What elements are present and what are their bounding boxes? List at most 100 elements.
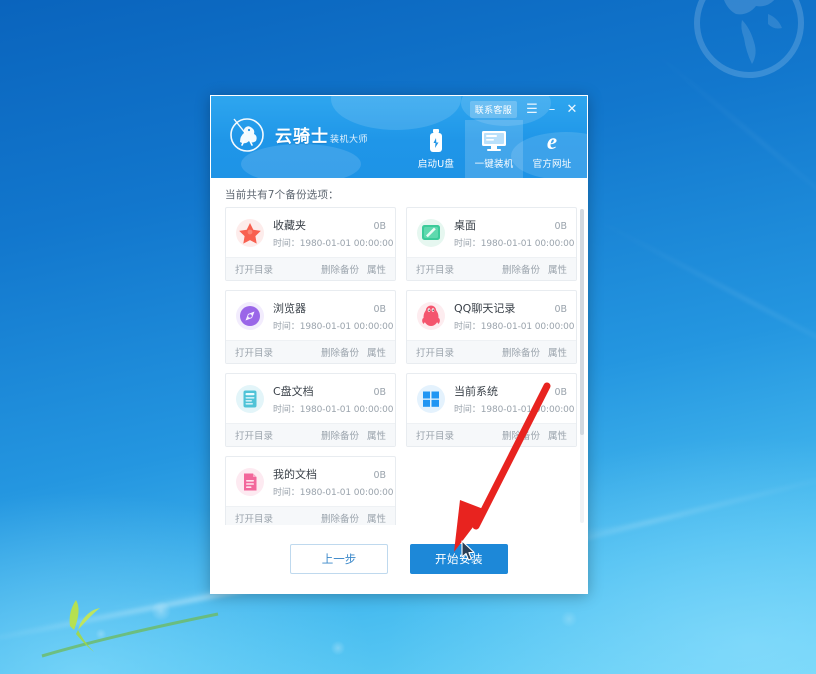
backup-card[interactable]: 桌面 0B 时间：1980-01-01 00:00:00 打开目录 删除备份 属性 [406, 207, 577, 281]
wallpaper-light-streak [581, 210, 816, 393]
backup-card-actions: 打开目录 删除备份 属性 [407, 423, 576, 446]
wallpaper-glow [560, 610, 578, 628]
brand-logo-group: 云骑士 装机大师 [225, 112, 368, 156]
properties-link[interactable]: 属性 [548, 262, 567, 276]
properties-link[interactable]: 属性 [367, 511, 386, 525]
delete-backup-link[interactable]: 删除备份 [321, 428, 359, 442]
properties-link[interactable]: 属性 [548, 428, 567, 442]
backup-cards-scroll-area[interactable]: 收藏夹 0B 时间：1980-01-01 00:00:00 打开目录 删除备份 属性 桌面 0… [211, 207, 587, 525]
backup-card[interactable]: C盘文档 0B 时间：1980-01-01 00:00:00 打开目录 删除备份 属性 [225, 373, 396, 447]
my-documents-icon [235, 467, 265, 497]
nav-label: 一键装机 [474, 158, 514, 170]
window-controls: 联系客服 ☰ – ✕ [469, 100, 581, 118]
start-install-button[interactable]: 开始安装 [410, 544, 508, 574]
brand-subtitle: 装机大师 [330, 134, 369, 145]
windows-logo-icon [416, 384, 446, 414]
open-directory-link[interactable]: 打开目录 [235, 262, 273, 276]
hamburger-menu-icon[interactable]: ☰ [523, 100, 541, 118]
nav-item-official-website[interactable]: e 官方网址 [523, 120, 581, 178]
delete-backup-link[interactable]: 删除备份 [502, 428, 540, 442]
backup-card-main: QQ聊天记录 0B 时间：1980-01-01 00:00:00 [407, 291, 576, 340]
usb-drive-icon [427, 128, 445, 153]
header-navigation: 启动U盘 一键装机 e 官方网址 [407, 120, 581, 178]
open-directory-link[interactable]: 打开目录 [416, 345, 454, 359]
open-directory-link[interactable]: 打开目录 [235, 428, 273, 442]
backup-card-title: 当前系统 [454, 385, 498, 398]
backup-card-size: 0B [554, 221, 567, 232]
properties-link[interactable]: 属性 [367, 428, 386, 442]
contact-support-button[interactable]: 联系客服 [469, 100, 517, 118]
scrollbar-thumb[interactable] [580, 209, 584, 436]
backup-card[interactable]: QQ聊天记录 0B 时间：1980-01-01 00:00:00 打开目录 删除备份 属性 [406, 290, 577, 364]
open-directory-link[interactable]: 打开目录 [235, 511, 273, 525]
monitor-icon [481, 129, 507, 153]
backup-card[interactable]: 收藏夹 0B 时间：1980-01-01 00:00:00 打开目录 删除备份 属性 [225, 207, 396, 281]
svg-text:e: e [547, 129, 557, 153]
backup-cards-grid: 收藏夹 0B 时间：1980-01-01 00:00:00 打开目录 删除备份 属性 桌面 0… [225, 207, 577, 525]
minimize-icon[interactable]: – [543, 100, 561, 118]
backup-card-actions: 打开目录 删除备份 属性 [407, 340, 576, 363]
window-titlebar: 联系客服 ☰ – ✕ 云骑士 装机大师 启动U盘 一键装机 e 官方网址 [211, 96, 587, 178]
delete-backup-link[interactable]: 删除备份 [502, 262, 540, 276]
backup-card-title: 我的文档 [273, 468, 317, 481]
backup-card-time: 时间：1980-01-01 00:00:00 [454, 405, 575, 415]
nav-item-usb-boot[interactable]: 启动U盘 [407, 120, 465, 178]
backup-card-actions-right: 删除备份 属性 [321, 262, 386, 276]
delete-backup-link[interactable]: 删除备份 [321, 511, 359, 525]
backup-card-info: C盘文档 0B 时间：1980-01-01 00:00:00 [273, 383, 393, 415]
properties-link[interactable]: 属性 [367, 345, 386, 359]
backup-card-title: 桌面 [454, 219, 476, 232]
previous-step-button[interactable]: 上一步 [290, 544, 388, 574]
open-directory-link[interactable]: 打开目录 [416, 428, 454, 442]
backup-card-time: 时间：1980-01-01 00:00:00 [273, 322, 394, 332]
backup-card-info: 收藏夹 0B 时间：1980-01-01 00:00:00 [273, 217, 394, 249]
brand-name: 云骑士 [275, 126, 329, 147]
backup-card[interactable]: 当前系统 0B 时间：1980-01-01 00:00:00 打开目录 删除备份 属性 [406, 373, 577, 447]
backup-card-main: 我的文档 0B 时间：1980-01-01 00:00:00 [226, 457, 395, 506]
wallpaper-glow [330, 640, 346, 656]
backup-card-main: 浏览器 0B 时间：1980-01-01 00:00:00 [226, 291, 395, 340]
internet-explorer-icon: e [540, 129, 564, 153]
backup-card-headline: 我的文档 0B [273, 466, 386, 482]
backup-card-title: 收藏夹 [273, 219, 306, 232]
nav-label: 启动U盘 [417, 158, 455, 170]
backup-card-size: 0B [373, 221, 386, 232]
backup-card-size: 0B [373, 304, 386, 315]
globe-watermark-icon [694, 0, 804, 78]
backup-count-text: 当前共有7个备份选项： [225, 189, 339, 201]
backup-card-time: 时间：1980-01-01 00:00:00 [273, 488, 394, 498]
brand-text: 云骑士 装机大师 [275, 122, 368, 147]
yunqishi-horse-logo-icon [230, 118, 264, 152]
backup-card[interactable]: 我的文档 0B 时间：1980-01-01 00:00:00 打开目录 删除备份 属性 [225, 456, 396, 525]
backup-card-actions: 打开目录 删除备份 属性 [226, 340, 395, 363]
backup-card-actions-right: 删除备份 属性 [502, 345, 567, 359]
delete-backup-link[interactable]: 删除备份 [321, 262, 359, 276]
backup-card-title: QQ聊天记录 [454, 302, 516, 315]
backup-card-title: C盘文档 [273, 385, 314, 398]
star-favorites-icon [235, 218, 265, 248]
backup-card-headline: 当前系统 0B [454, 383, 567, 399]
window-footer: 上一步 开始安装 [211, 525, 587, 593]
properties-link[interactable]: 属性 [367, 262, 386, 276]
backup-card-actions: 打开目录 删除备份 属性 [226, 506, 395, 525]
backup-card-time: 时间：1980-01-01 00:00:00 [454, 239, 575, 249]
scrollbar-track[interactable] [580, 209, 584, 523]
backup-card[interactable]: 浏览器 0B 时间：1980-01-01 00:00:00 打开目录 删除备份 属性 [225, 290, 396, 364]
backup-card-actions: 打开目录 删除备份 属性 [407, 257, 576, 280]
backup-card-size: 0B [554, 387, 567, 398]
backup-card-actions-right: 删除备份 属性 [321, 511, 386, 525]
nav-label: 官方网址 [532, 158, 572, 170]
backup-card-main: 桌面 0B 时间：1980-01-01 00:00:00 [407, 208, 576, 257]
backup-card-headline: C盘文档 0B [273, 383, 386, 399]
open-directory-link[interactable]: 打开目录 [235, 345, 273, 359]
backup-card-title: 浏览器 [273, 302, 306, 315]
backup-card-headline: 收藏夹 0B [273, 217, 386, 233]
backup-card-time: 时间：1980-01-01 00:00:00 [273, 239, 394, 249]
nav-item-one-key-install[interactable]: 一键装机 [465, 120, 523, 178]
open-directory-link[interactable]: 打开目录 [416, 262, 454, 276]
delete-backup-link[interactable]: 删除备份 [321, 345, 359, 359]
properties-link[interactable]: 属性 [548, 345, 567, 359]
delete-backup-link[interactable]: 删除备份 [502, 345, 540, 359]
close-icon[interactable]: ✕ [563, 100, 581, 118]
backup-card-main: C盘文档 0B 时间：1980-01-01 00:00:00 [226, 374, 395, 423]
